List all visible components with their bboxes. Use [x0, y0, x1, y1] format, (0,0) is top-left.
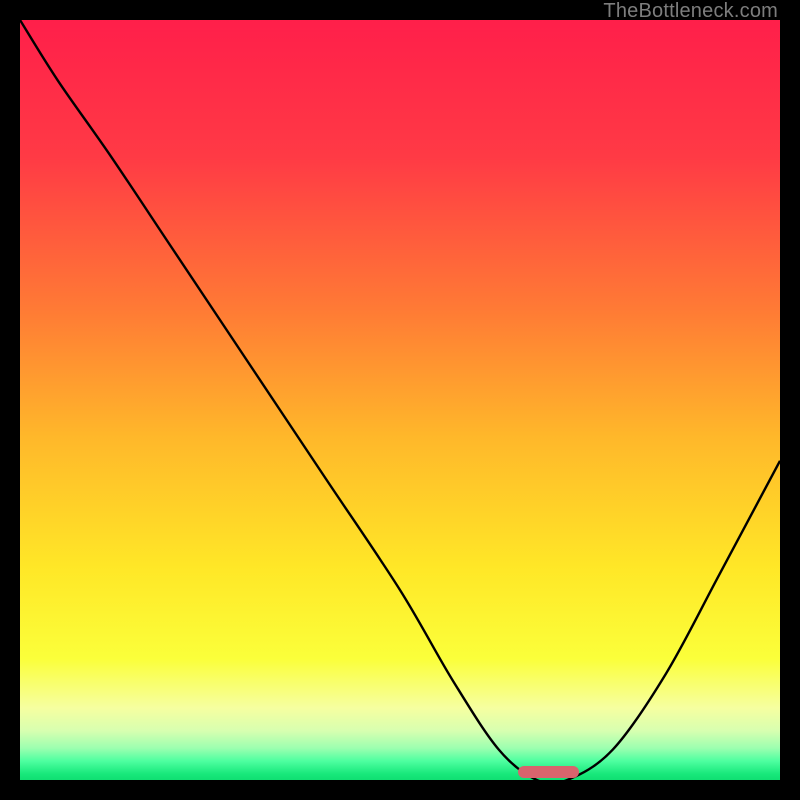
chart-frame: TheBottleneck.com	[0, 0, 800, 800]
plot-area	[20, 20, 780, 780]
optimal-range-marker	[518, 766, 579, 778]
bottleneck-curve-svg	[20, 20, 780, 780]
bottleneck-curve-path	[20, 20, 780, 780]
